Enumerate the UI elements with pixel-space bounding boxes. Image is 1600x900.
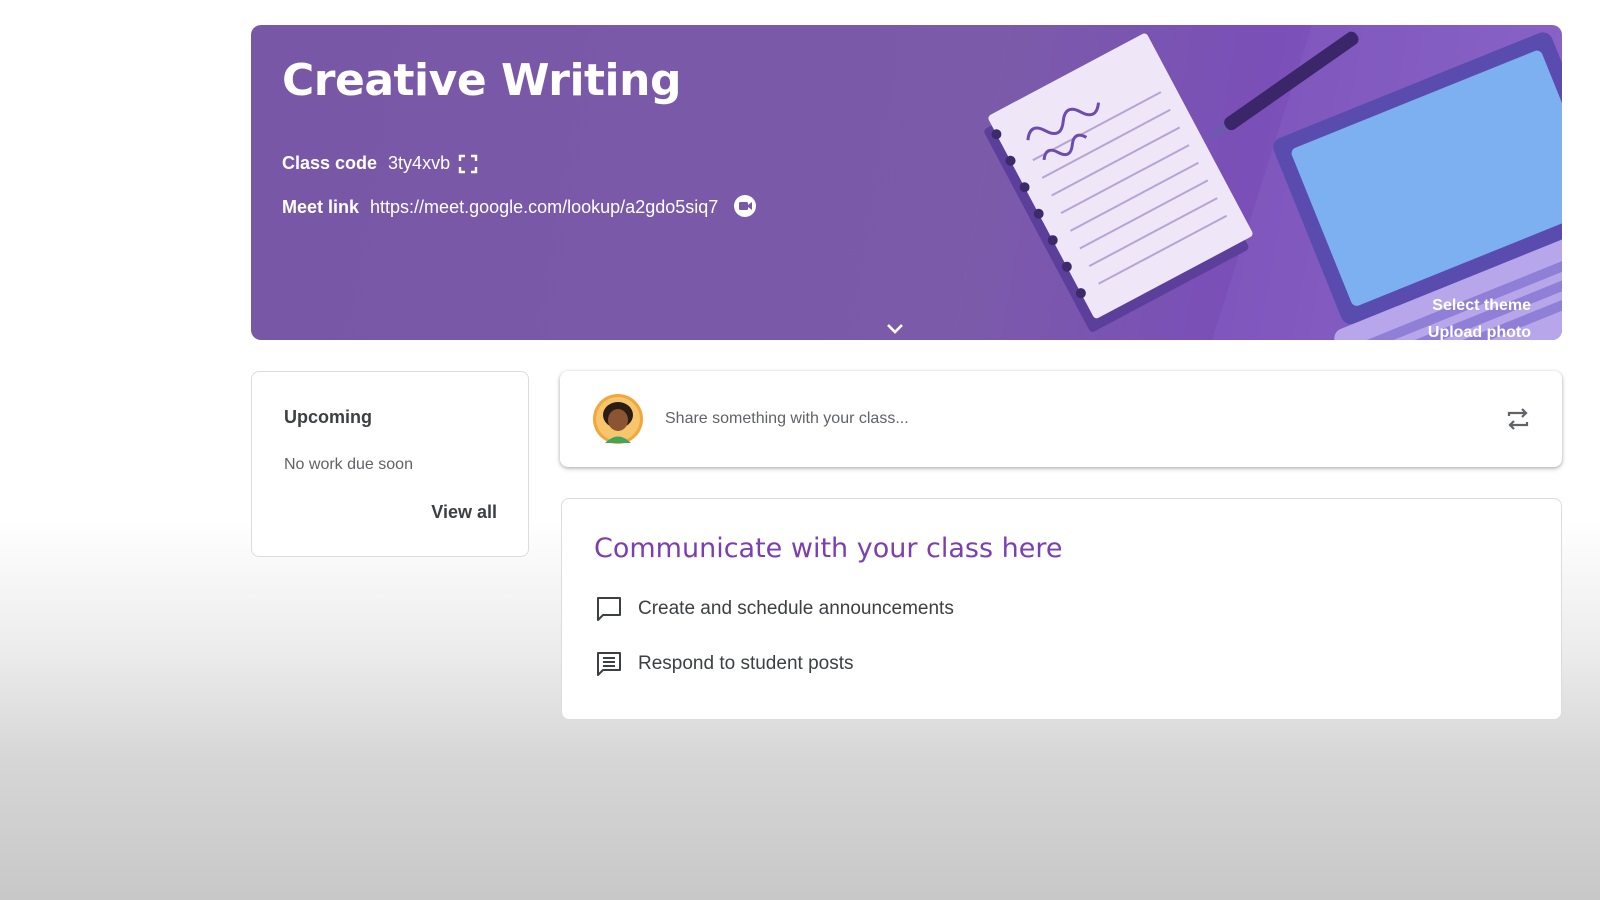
comm-item-label: Respond to student posts bbox=[638, 653, 854, 674]
avatar bbox=[593, 394, 643, 444]
class-code-label: Class code bbox=[282, 153, 378, 173]
fullscreen-icon[interactable] bbox=[458, 154, 478, 174]
meet-link-url[interactable]: https://meet.google.com/lookup/a2gdo5siq… bbox=[370, 197, 718, 218]
communicate-card: Communicate with your class here Create … bbox=[561, 498, 1562, 720]
meet-link-row: Meet link https://meet.google.com/lookup… bbox=[282, 194, 758, 220]
view-all-link[interactable]: View all bbox=[431, 502, 497, 523]
meet-video-icon[interactable] bbox=[732, 194, 758, 220]
chevron-down-icon[interactable] bbox=[884, 321, 906, 337]
class-banner: Creative Writing Class code 3ty4xvb Meet… bbox=[251, 25, 1562, 340]
repost-icon[interactable] bbox=[1504, 405, 1532, 433]
comm-item-label: Create and schedule announcements bbox=[638, 598, 954, 619]
class-code-value: 3ty4xvb bbox=[388, 153, 451, 173]
share-box[interactable]: Share something with your class... bbox=[560, 371, 1562, 467]
theme-links: Select theme Upload photo bbox=[1428, 292, 1531, 340]
upcoming-title: Upcoming bbox=[284, 407, 372, 427]
comm-item-announcements: Create and schedule announcements bbox=[594, 594, 954, 624]
comm-item-student-posts: Respond to student posts bbox=[594, 649, 853, 679]
student-posts-icon bbox=[597, 652, 621, 676]
select-theme-link[interactable]: Select theme bbox=[1428, 292, 1531, 319]
upcoming-empty-text: No work due soon bbox=[284, 456, 413, 473]
upcoming-card: Upcoming No work due soon View all bbox=[251, 371, 529, 557]
meet-link-label: Meet link bbox=[282, 196, 360, 217]
announcement-icon bbox=[597, 597, 621, 621]
upload-photo-link[interactable]: Upload photo bbox=[1428, 319, 1531, 340]
class-code-row: Class code 3ty4xvb bbox=[282, 153, 478, 174]
class-title: Creative Writing bbox=[282, 55, 681, 106]
share-placeholder[interactable]: Share something with your class... bbox=[665, 410, 909, 428]
communicate-title: Communicate with your class here bbox=[594, 533, 1063, 564]
